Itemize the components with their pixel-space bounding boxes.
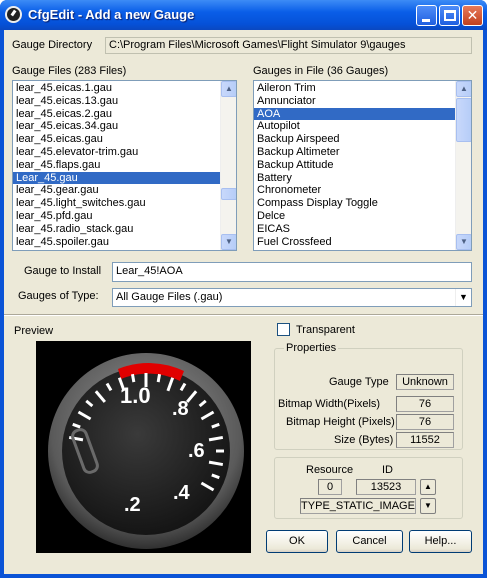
list-item[interactable]: Fuel Crossfeed — [254, 236, 471, 249]
app-icon — [5, 6, 22, 23]
list-item[interactable]: lear_45.eicas.34.gau — [13, 120, 236, 133]
list-item[interactable]: lear_45.eicas.gau — [13, 133, 236, 146]
list-item[interactable]: lear_45.radio_stack.gau — [13, 223, 236, 236]
app-window: CfgEdit - Add a new Gauge ✕ Gauge Direct… — [0, 0, 487, 578]
gauges-of-type-value: All Gauge Files (.gau) — [116, 291, 223, 303]
dial-label-0-6: .6 — [188, 440, 205, 462]
maximize-button[interactable] — [439, 5, 460, 26]
gauge-type-label: Gauge Type — [329, 376, 389, 388]
bitmap-height-label: Bitmap Height (Pixels) — [286, 416, 395, 428]
close-icon: ✕ — [466, 7, 479, 23]
list-item[interactable]: Backup Airspeed — [254, 133, 471, 146]
list-item[interactable]: lear_45.eicas.2.gau — [13, 108, 236, 121]
list-item[interactable]: Compass Display Toggle — [254, 197, 471, 210]
dial-label-0-4: .4 — [173, 482, 191, 504]
type-down-arrow-icon[interactable]: ▼ — [420, 498, 436, 514]
resource-value: 0 — [318, 479, 342, 495]
gauge-directory-label: Gauge Directory — [12, 39, 93, 51]
list-item[interactable]: lear_45.gear.gau — [13, 184, 236, 197]
id-up-arrow-icon[interactable]: ▲ — [420, 479, 436, 495]
gauge-to-install-input[interactable]: Lear_45!AOA — [112, 262, 472, 282]
list-item[interactable]: lear_45.flaps.gau — [13, 159, 236, 172]
bitmap-width-value: 76 — [396, 396, 454, 412]
list-item[interactable]: Backup Altimeter — [254, 146, 471, 159]
cancel-button[interactable]: Cancel — [336, 530, 403, 553]
size-value: 11552 — [396, 432, 454, 448]
help-button[interactable]: Help... — [409, 530, 472, 553]
dial-label-0-8: .8 — [172, 398, 189, 420]
size-label: Size (Bytes) — [334, 434, 394, 446]
list-item[interactable]: Chronometer — [254, 184, 471, 197]
minimize-button[interactable] — [416, 5, 437, 26]
gauges-in-file-label: Gauges in File (36 Gauges) — [253, 65, 389, 77]
dial-label-1-0: 1.0 — [120, 383, 151, 408]
gauge-directory-field: C:\Program Files\Microsoft Games\Flight … — [105, 37, 472, 54]
list-item[interactable]: Battery — [254, 172, 471, 185]
gauges-of-type-label: Gauges of Type: — [18, 290, 99, 302]
scroll-thumb[interactable] — [221, 188, 236, 200]
maximize-icon — [444, 10, 456, 21]
gauge-to-install-label: Gauge to Install — [24, 265, 102, 277]
properties-label: Properties — [284, 342, 339, 354]
gauges-in-file-scrollbar[interactable]: ▲ ▼ — [455, 81, 471, 250]
list-item[interactable]: Delce — [254, 210, 471, 223]
list-item[interactable]: Autopilot — [254, 120, 471, 133]
transparent-checkbox[interactable] — [277, 323, 290, 336]
divider — [4, 314, 483, 316]
list-item[interactable]: lear_45.eicas.13.gau — [13, 95, 236, 108]
list-item[interactable]: Lear_45.gau — [13, 171, 236, 185]
ok-button[interactable]: OK — [266, 530, 328, 553]
minimize-icon — [422, 19, 430, 22]
dial-label-0-2: .2 — [124, 494, 141, 516]
chevron-down-icon[interactable]: ▼ — [455, 289, 471, 306]
gauge-files-list[interactable]: lear_45.eicas.1.gau lear_45.eicas.13.gau l… — [12, 80, 237, 251]
scroll-down-icon[interactable]: ▼ — [456, 234, 471, 250]
gauge-type-value: Unknown — [396, 374, 454, 390]
scroll-thumb[interactable] — [456, 98, 471, 142]
window-title: CfgEdit - Add a new Gauge — [28, 7, 195, 22]
list-item[interactable]: lear_45.elevator-trim.gau — [13, 146, 236, 159]
bitmap-height-value: 76 — [396, 414, 454, 430]
gauges-in-file-list[interactable]: Aileron Trim Annunciator AOA Autopilot Backu… — [253, 80, 472, 251]
title-bar[interactable]: CfgEdit - Add a new Gauge ✕ — [0, 0, 487, 30]
list-item[interactable]: Aileron Trim — [254, 82, 471, 95]
close-button[interactable]: ✕ — [462, 5, 483, 26]
dialog-client: Gauge Directory C:\Program Files\Microso… — [4, 30, 483, 574]
scroll-down-icon[interactable]: ▼ — [221, 234, 236, 250]
scroll-up-icon[interactable]: ▲ — [456, 81, 471, 97]
resource-type-value: TYPE_STATIC_IMAGE — [300, 498, 416, 514]
gauge-files-scrollbar[interactable]: ▲ ▼ — [220, 81, 236, 250]
list-item[interactable]: lear_45.pfd.gau — [13, 210, 236, 223]
gauge-files-label: Gauge Files (283 Files) — [12, 65, 127, 77]
list-item[interactable]: lear_45.light_switches.gau — [13, 197, 236, 210]
transparent-label: Transparent — [296, 324, 355, 336]
id-value: 13523 — [356, 479, 416, 495]
list-item[interactable]: AOA — [254, 107, 471, 121]
list-item[interactable]: Annunciator — [254, 95, 471, 108]
scroll-up-icon[interactable]: ▲ — [221, 81, 236, 97]
id-label: ID — [382, 464, 393, 476]
resource-label: Resource — [306, 464, 354, 476]
preview-label: Preview — [14, 325, 54, 337]
list-item[interactable]: lear_45.spoiler.gau — [13, 236, 236, 249]
list-item[interactable]: lear_45.eicas.1.gau — [13, 82, 236, 95]
gauge-preview: 1.0 .8 .6 .4 .2 — [36, 341, 251, 553]
aoa-gauge-image: 1.0 .8 .6 .4 .2 — [48, 353, 244, 549]
list-item[interactable]: Backup Attitude — [254, 159, 471, 172]
list-item[interactable]: EICAS — [254, 223, 471, 236]
bitmap-width-label: Bitmap Width(Pixels) — [278, 398, 381, 410]
gauges-of-type-select[interactable]: All Gauge Files (.gau) ▼ — [112, 288, 472, 307]
